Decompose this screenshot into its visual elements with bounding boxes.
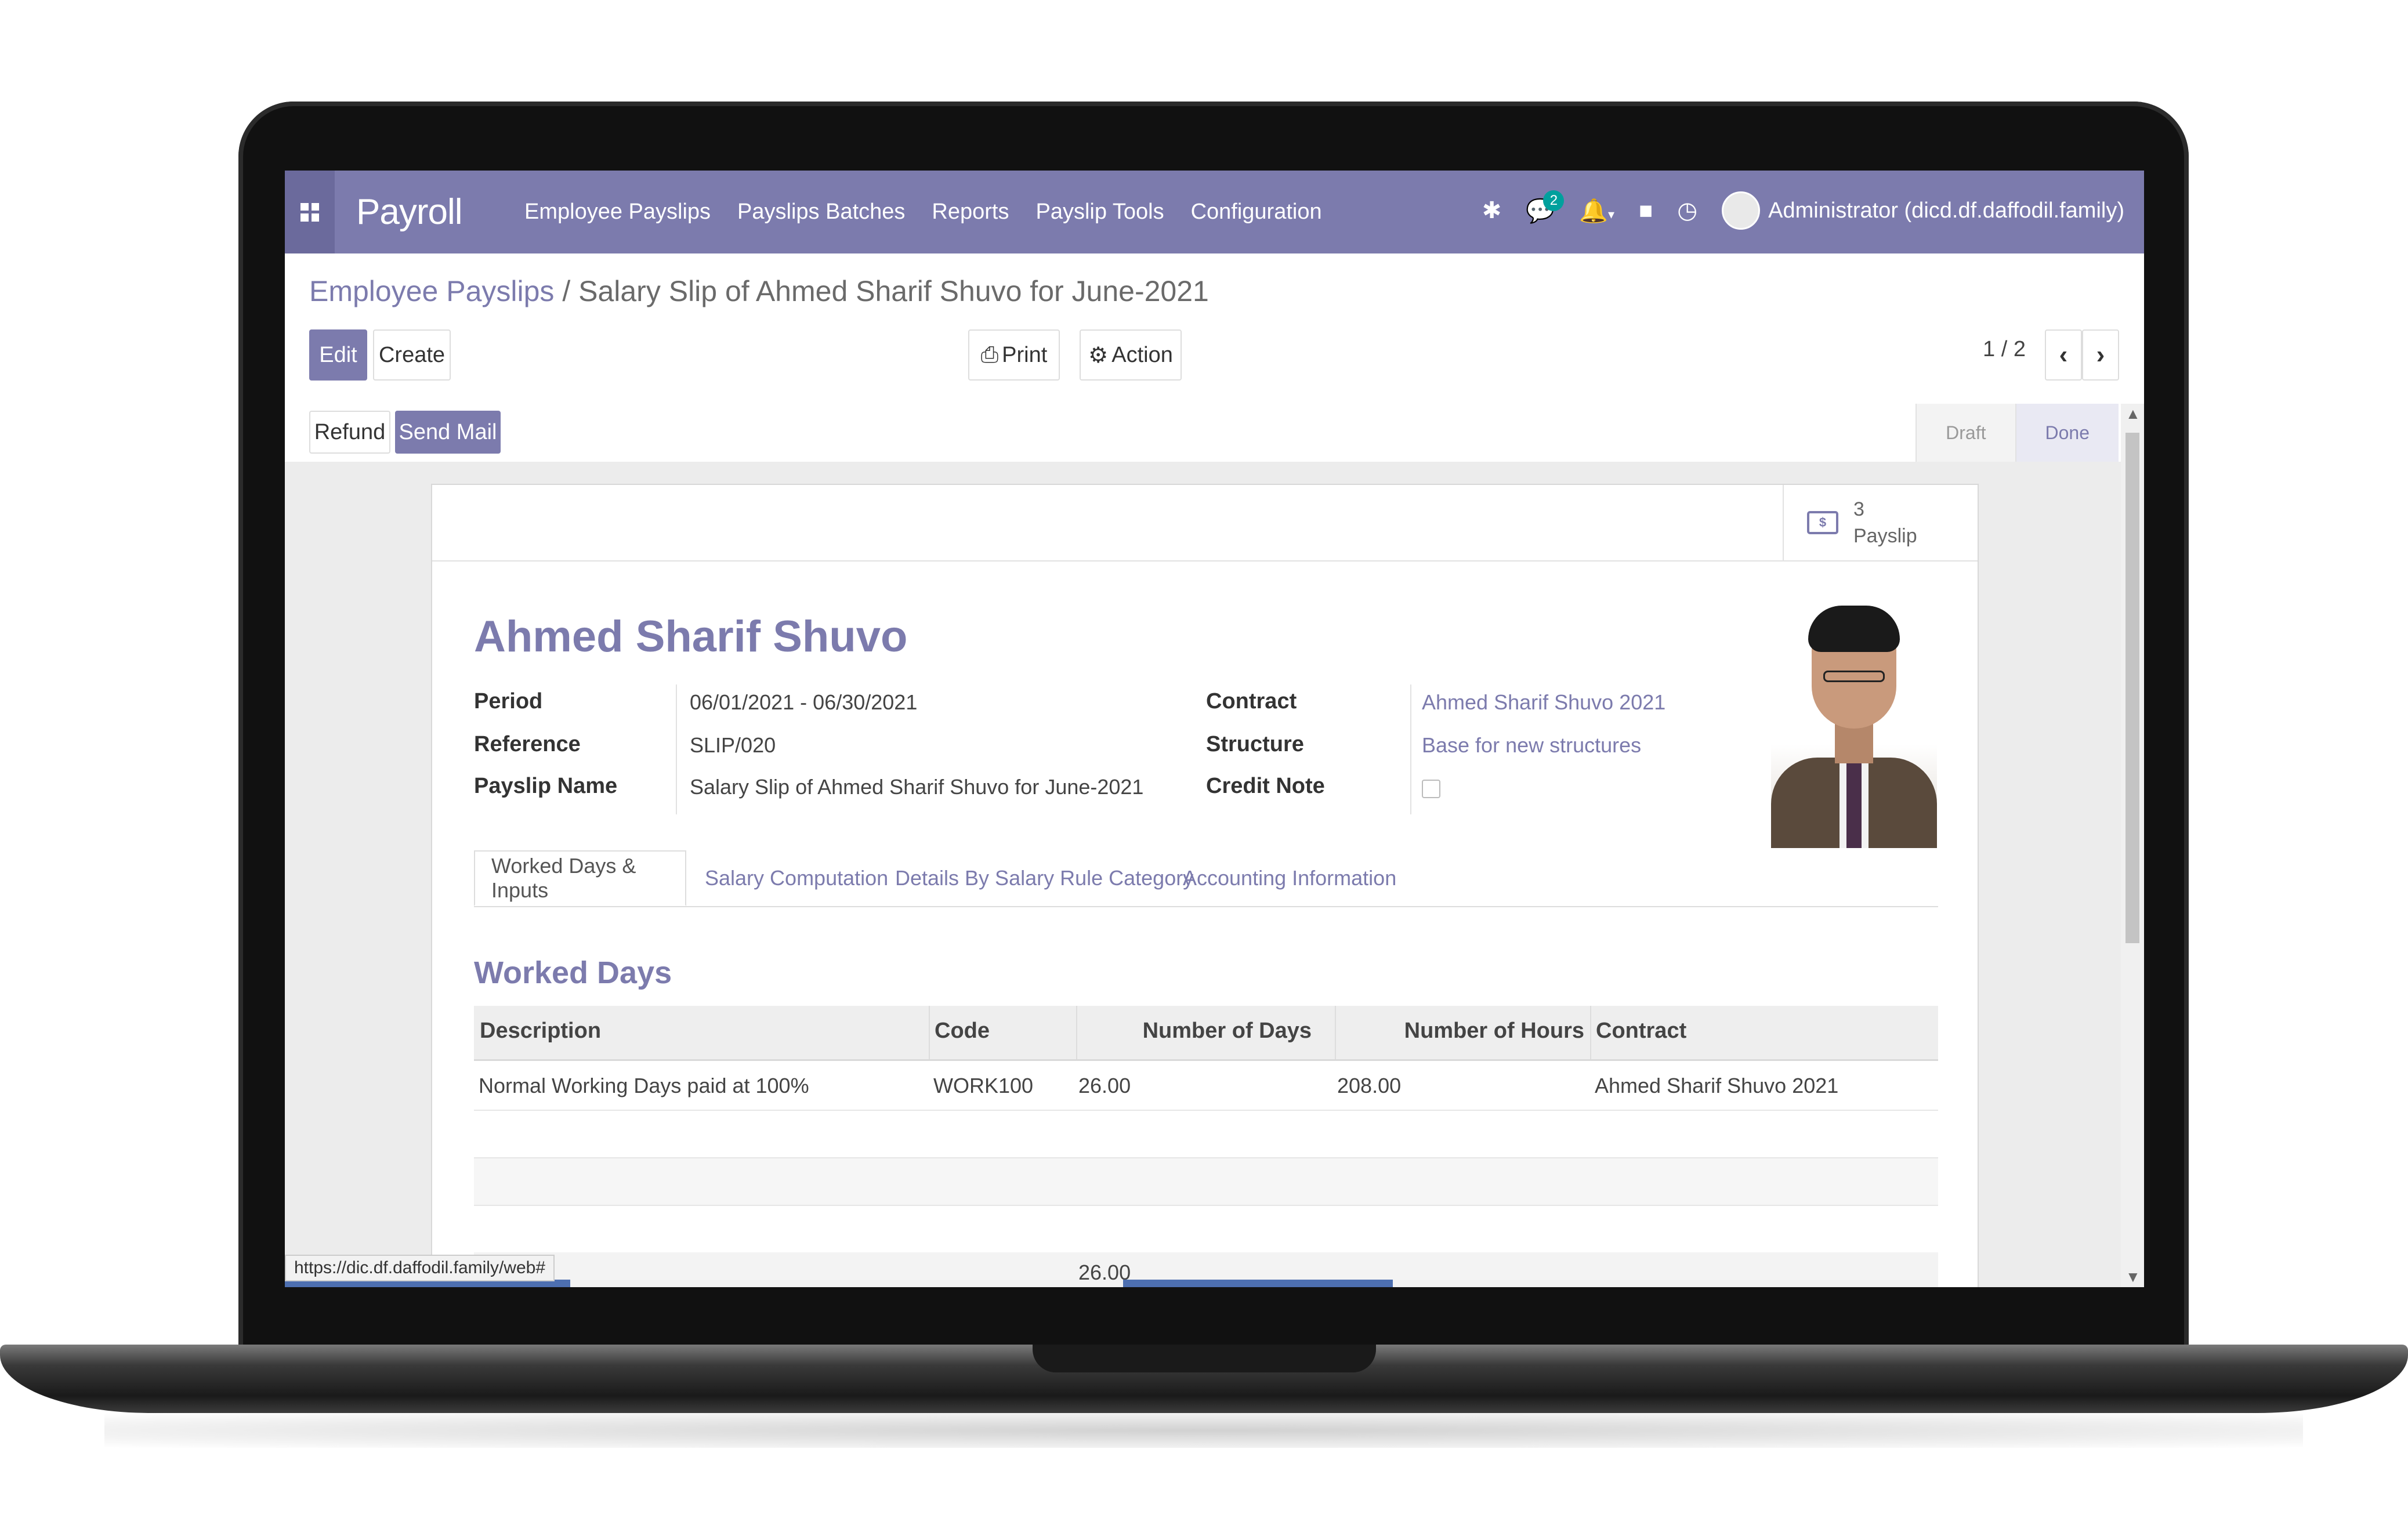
breadcrumb-parent[interactable]: Employee Payslips [309, 275, 554, 307]
smart-button-box: $ 3 Payslip [432, 485, 1978, 561]
field-separator-left [676, 684, 677, 814]
chat-icon[interactable]: 💬 2 [1526, 190, 1565, 224]
print-icon: ⎙ [980, 342, 999, 367]
menu-employee-payslips[interactable]: Employee Payslips [524, 200, 711, 224]
money-icon: $ [1807, 511, 1838, 534]
table-row[interactable]: Normal Working Days paid at 100% WORK100… [474, 1061, 1938, 1111]
column-number-of-hours[interactable]: Number of Hours [1404, 1019, 1584, 1044]
column-description[interactable]: Description [480, 1019, 601, 1044]
apps-grid-icon [300, 202, 319, 222]
scrollbar-thumb[interactable] [2125, 433, 2139, 943]
credit-note-checkbox[interactable] [1422, 780, 1440, 798]
menu-payslips-batches[interactable]: Payslips Batches [737, 200, 905, 224]
form-sheet: $ 3 Payslip Ahmed Sharif Shuvo Period Re… [431, 484, 1979, 1287]
breadcrumb-separator: / [554, 275, 579, 307]
apps-menu-button[interactable] [285, 171, 335, 253]
menu-configuration[interactable]: Configuration [1191, 200, 1322, 224]
status-url: https://dic.df.daffodil.family/web# [285, 1255, 555, 1281]
cell-contract: Ahmed Sharif Shuvo 2021 [1595, 1074, 1839, 1097]
contract-link[interactable]: Ahmed Sharif Shuvo 2021 [1422, 690, 1665, 715]
empty-row [474, 1158, 1938, 1206]
breadcrumb-current: Salary Slip of Ahmed Sharif Shuvo for Ju… [578, 275, 1209, 307]
column-number-of-days[interactable]: Number of Days [1143, 1019, 1312, 1044]
status-step-done[interactable]: Done [2015, 404, 2119, 462]
worked-days-table: Description Code Number of Days Number o… [474, 1006, 1938, 1287]
employee-photo[interactable] [1771, 589, 1937, 848]
tab-worked-days-inputs[interactable]: Worked Days & Inputs [474, 850, 686, 906]
notebook-tabs: Worked Days & Inputs Salary Computation … [474, 850, 1938, 907]
payslip-count-button[interactable]: $ 3 Payslip [1783, 485, 1978, 560]
contract-label: Contract [1206, 689, 1297, 713]
laptop-notch [1033, 1345, 1376, 1372]
status-step-draft[interactable]: Draft [1915, 404, 2015, 462]
structure-link[interactable]: Base for new structures [1422, 733, 1641, 758]
chevron-left-icon: ‹ [2059, 340, 2068, 369]
structure-label: Structure [1206, 732, 1304, 756]
payslip-count: 3 [1853, 498, 1864, 520]
user-name: Administrator (dicd.df.daffodil.family) [1768, 198, 2124, 223]
tab-salary-computation[interactable]: Salary Computation [705, 850, 888, 906]
status-steps: Draft Done [1915, 404, 2119, 462]
refund-button[interactable]: Refund [309, 411, 390, 454]
worked-days-title: Worked Days [474, 955, 672, 990]
reference-label: Reference [474, 732, 581, 756]
cell-code: WORK100 [933, 1074, 1034, 1097]
systray: ✱ 💬 2 🔔▾ ■ ◷ Administrator (dicd.df.daffo… [1482, 190, 2124, 230]
pager-value: 1 / 2 [1983, 337, 2026, 361]
chat-badge: 2 [1543, 190, 1565, 211]
breadcrumb: Employee Payslips / Salary Slip of Ahmed… [309, 274, 1209, 308]
tab-details-by-salary-rule-category[interactable]: Details By Salary Rule Category [895, 850, 1193, 906]
avatar [1722, 191, 1761, 230]
scroll-down-icon[interactable]: ▼ [2125, 1268, 2141, 1286]
chevron-right-icon: › [2096, 340, 2105, 369]
action-button[interactable]: ⚙ Action [1080, 329, 1182, 381]
credit-note-label: Credit Note [1206, 774, 1325, 798]
screen: Payroll Employee Payslips Payslips Batch… [285, 171, 2144, 1287]
gear-icon: ⚙ [1088, 343, 1109, 368]
control-panel: Employee Payslips / Salary Slip of Ahmed… [285, 253, 2144, 405]
print-label: Print [1002, 342, 1048, 367]
main-menu: Employee Payslips Payslips Batches Repor… [524, 200, 1322, 224]
print-button[interactable]: ⎙ Print [968, 329, 1060, 381]
vertical-scrollbar[interactable]: ▲ ▼ [2121, 404, 2144, 1287]
menu-reports[interactable]: Reports [932, 200, 1009, 224]
column-contract[interactable]: Contract [1596, 1019, 1686, 1044]
edit-button[interactable]: Edit [309, 329, 367, 381]
scroll-up-icon[interactable]: ▲ [2125, 405, 2141, 423]
employee-name[interactable]: Ahmed Sharif Shuvo [474, 611, 907, 662]
action-label: Action [1111, 342, 1173, 367]
bell-icon[interactable]: 🔔▾ [1579, 197, 1614, 224]
create-button[interactable]: Create [373, 329, 451, 381]
cell-description: Normal Working Days paid at 100% [479, 1074, 809, 1097]
cell-number-of-hours: 208.00 [1337, 1074, 1402, 1097]
app-title[interactable]: Payroll [356, 191, 463, 233]
tab-accounting-information[interactable]: Accounting Information [1183, 850, 1396, 906]
payslip-name-value[interactable]: Salary Slip of Ahmed Sharif Shuvo for Ju… [690, 775, 1143, 799]
reference-value[interactable]: SLIP/020 [690, 733, 776, 758]
column-code[interactable]: Code [935, 1019, 990, 1044]
cell-number-of-days: 26.00 [1078, 1074, 1131, 1097]
payslip-name-label: Payslip Name [474, 774, 618, 798]
laptop-shadow [104, 1413, 2303, 1448]
video-icon[interactable]: ■ [1639, 198, 1653, 224]
user-menu[interactable]: Administrator (dicd.df.daffodil.family) [1722, 191, 2124, 230]
bug-icon[interactable]: ✱ [1482, 197, 1502, 224]
form-statusbar: Refund Send Mail Draft Done [285, 404, 2144, 463]
empty-row [474, 1206, 1938, 1252]
clock-icon[interactable]: ◷ [1677, 197, 1697, 224]
period-label: Period [474, 689, 543, 713]
send-mail-button[interactable]: Send Mail [395, 411, 501, 454]
payslip-count-label: Payslip [1853, 525, 1917, 547]
table-header: Description Code Number of Days Number o… [474, 1006, 1938, 1061]
empty-row [474, 1111, 1938, 1158]
period-value[interactable]: 06/01/2021 - 06/30/2021 [690, 690, 917, 715]
pager-previous-button[interactable]: ‹ [2045, 329, 2082, 381]
top-navbar: Payroll Employee Payslips Payslips Batch… [285, 171, 2144, 253]
field-separator-right [1410, 684, 1411, 814]
pager-next-button[interactable]: › [2082, 329, 2119, 381]
bottom-strip [1123, 1280, 1393, 1287]
menu-payslip-tools[interactable]: Payslip Tools [1035, 200, 1164, 224]
